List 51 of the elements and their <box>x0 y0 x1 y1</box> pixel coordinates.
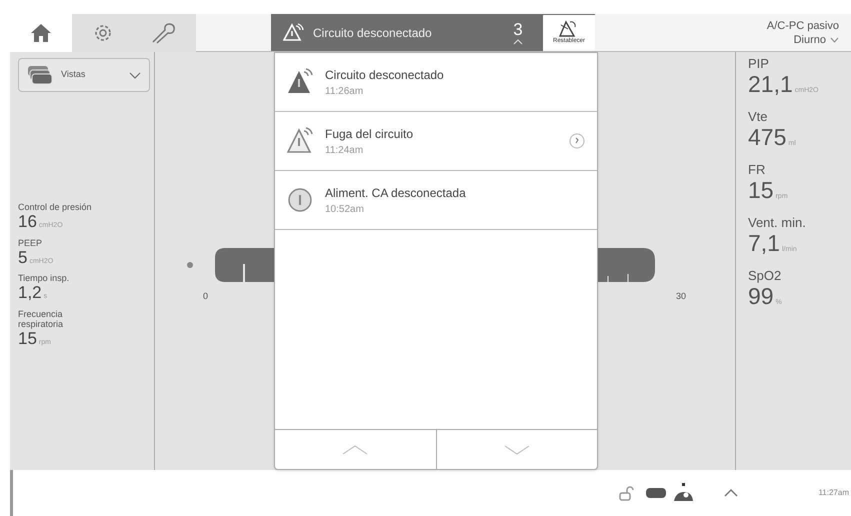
setting-value: 5 <box>18 248 28 266</box>
setting-label: Control de presión <box>18 202 93 212</box>
marker-dot-icon <box>187 262 193 268</box>
axis-label: 0 <box>203 290 208 303</box>
power-plug-icon <box>672 483 694 503</box>
view-selector[interactable]: Vistas <box>18 58 150 92</box>
alarm-count: 3 <box>513 20 523 38</box>
warning-icon <box>283 22 305 42</box>
settings-icon[interactable] <box>72 14 134 52</box>
measurement-value: 21,1 <box>748 71 793 97</box>
alarm-title: Aliment. CA desconectada <box>325 184 466 202</box>
alarm-title: Fuga del circuito <box>325 126 414 142</box>
caret-up-icon[interactable] <box>724 489 738 497</box>
measurement-label: Vent. min. <box>748 215 807 230</box>
battery-icon <box>646 488 666 498</box>
setting-value: 1,2 <box>18 283 42 302</box>
unlocked-padlock-icon[interactable] <box>618 485 634 501</box>
setting-label: Frecuencia respiratoria <box>18 308 64 328</box>
measurement-label: FR <box>748 162 766 177</box>
alarm-time: 11:26am <box>325 84 364 98</box>
setting-label: PEEP <box>18 238 44 248</box>
alarm-title: Circuito desconectado <box>325 66 444 84</box>
chevron-down-icon <box>830 36 839 42</box>
stacked-screens-icon <box>27 65 53 85</box>
measurement-label: Vte <box>748 109 769 124</box>
clock-time: 11:27am <box>818 487 849 499</box>
mode-label: A/C-PC pasivo <box>766 18 839 32</box>
measurement-label: PIP <box>748 56 770 71</box>
schedule-dropdown[interactable]: Diurno <box>794 32 839 46</box>
alarm-item[interactable]: Circuito desconectado 11:26am <box>275 53 597 112</box>
caret-up-icon <box>513 38 523 44</box>
alarm-title: Circuito desconectado <box>313 24 432 42</box>
wrench-icon[interactable] <box>134 14 196 52</box>
alarm-time: 10:52am <box>325 202 365 216</box>
axis-label: 30 <box>676 290 686 303</box>
measurement-value: 15 <box>748 177 774 203</box>
chevron-down-icon <box>129 72 141 78</box>
alarm-time: 11:24am <box>325 144 364 158</box>
setting-label: Tiempo insp. <box>18 273 70 283</box>
setting-value: 16 <box>18 212 37 231</box>
setting-value: 15 <box>18 328 37 348</box>
measurement-label: SpO2 <box>748 268 782 283</box>
measurement-value: 7,1 <box>748 230 780 256</box>
alarm-item[interactable]: Aliment. CA desconectada 10:52am <box>275 171 597 230</box>
measurement-value: 99 <box>748 283 774 309</box>
waveform-drawing <box>215 248 274 282</box>
chevron-down-icon <box>504 444 530 454</box>
chevron-up-icon <box>342 444 368 454</box>
alarm-item[interactable]: Fuga del circuito 11:24am <box>275 112 597 171</box>
waveform-drawing <box>598 248 655 282</box>
measurement-value: 475 <box>748 124 786 150</box>
